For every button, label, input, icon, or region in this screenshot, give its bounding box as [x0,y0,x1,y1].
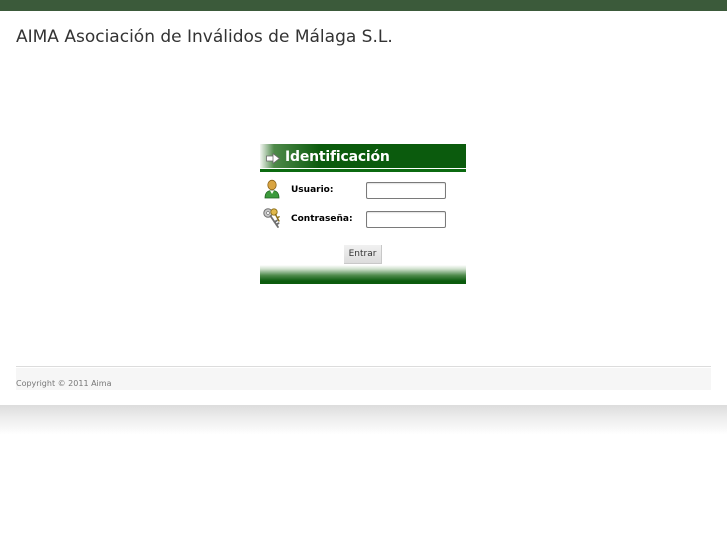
footer-divider [16,366,711,367]
top-header-strip [0,0,727,11]
footer-bar [16,368,711,390]
copyright-text: Copyright © 2011 Aima [16,379,112,388]
bottom-shadow [0,405,727,435]
site-title: AIMA Asociación de Inválidos de Málaga S… [16,27,393,47]
login-footer-bar [260,265,466,281]
enter-button[interactable]: Entrar [344,245,382,264]
login-footer-line [260,281,466,284]
keys-icon [263,208,280,228]
username-input[interactable] [366,182,446,199]
password-input[interactable] [366,211,446,228]
user-icon [264,179,280,199]
login-form: Identificación Usuario: Contraseña: Entr… [260,144,466,284]
arrow-right-icon [266,153,280,164]
login-header-underline [260,169,466,172]
username-label: Usuario: [291,185,334,195]
password-label: Contraseña: [291,214,353,224]
login-title: Identificación [285,149,390,165]
